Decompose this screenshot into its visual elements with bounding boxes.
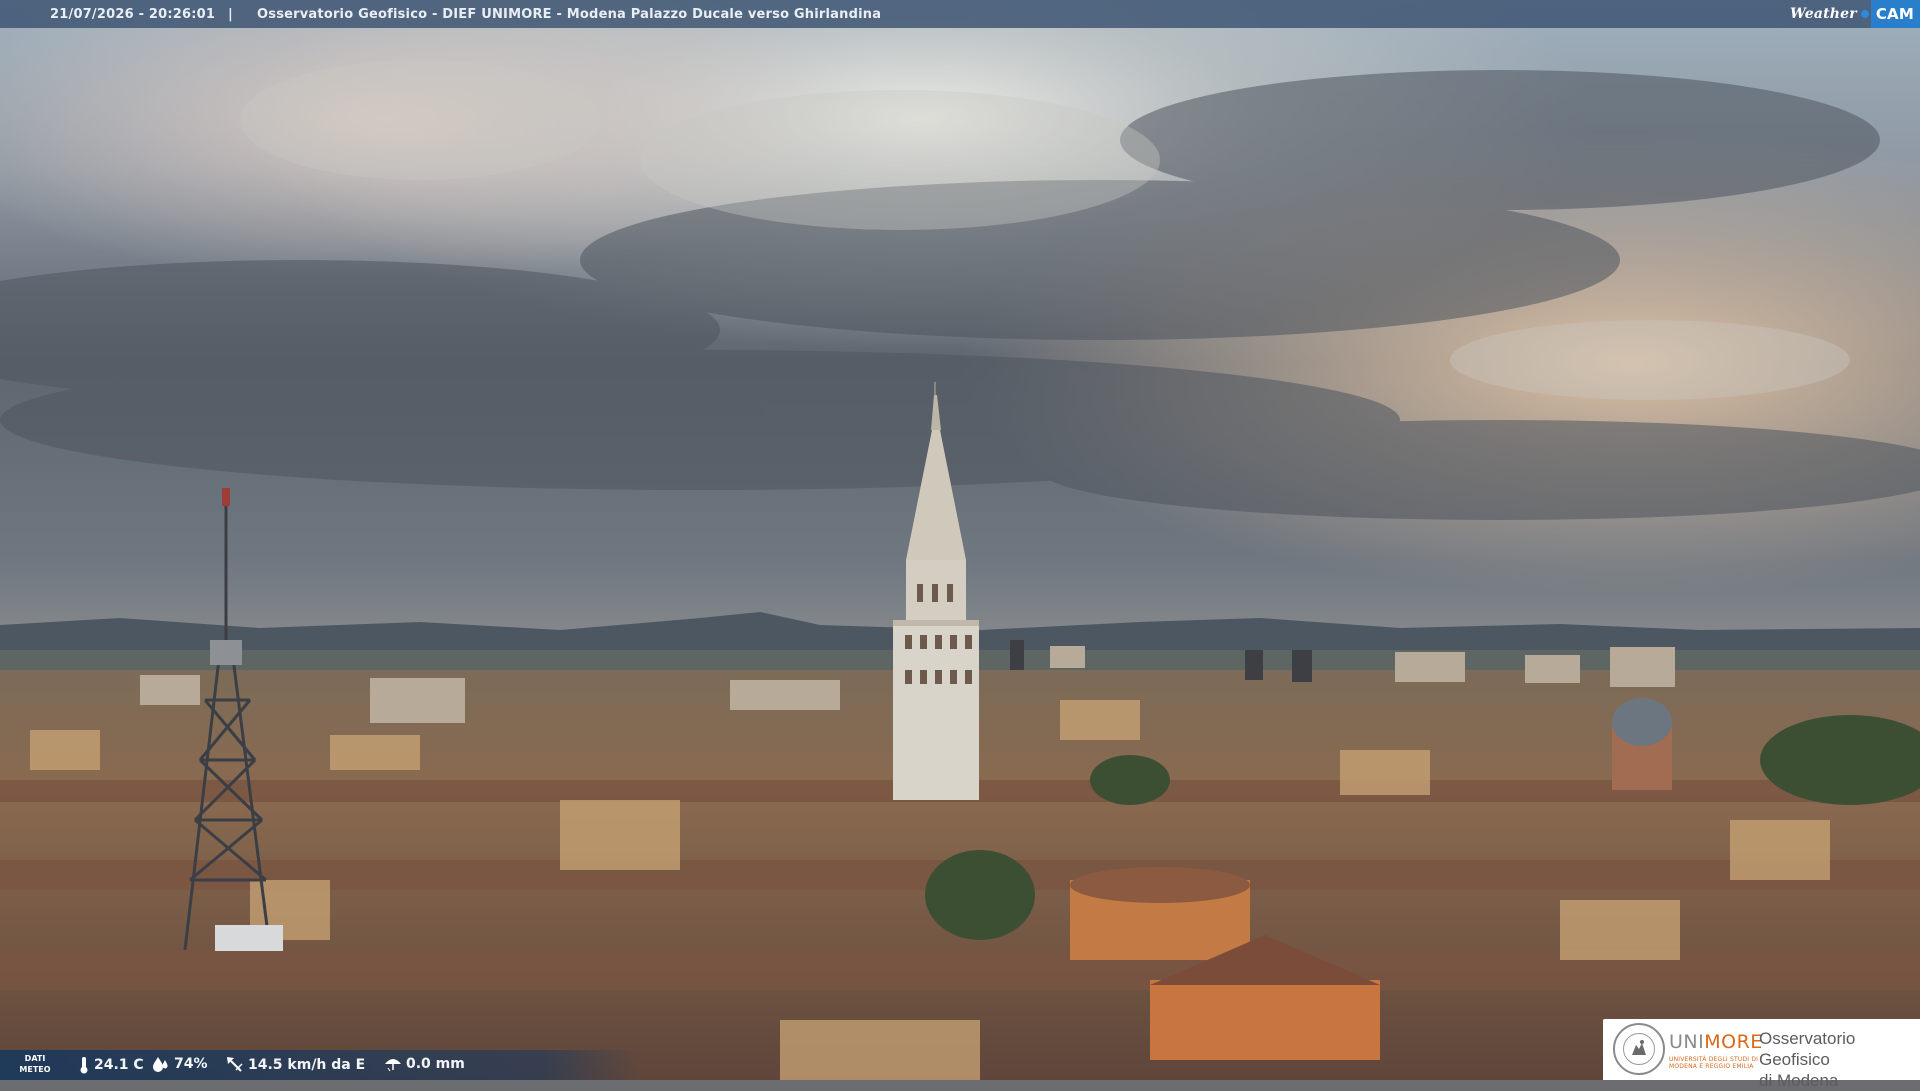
- brand-cam-text: CAM: [1870, 0, 1920, 28]
- brand-weather-text: Weather: [1789, 6, 1857, 22]
- webcam-image: [0, 0, 1920, 1080]
- wind-vane-icon: [227, 1057, 243, 1072]
- observatory-name: Osservatorio Geofisico di Modena: [1759, 1028, 1920, 1091]
- weather-data-label: DATI METEO: [10, 1053, 60, 1075]
- unimore-subtitle: UNIVERSITÀ DEGLI STUDI DI MODENA E REGGI…: [1669, 1056, 1759, 1070]
- rain-reading: 0.0 mm: [384, 1056, 465, 1072]
- humidity-drop-icon: [153, 1057, 168, 1072]
- temperature-reading: 24.1 C: [78, 1056, 144, 1074]
- weathercam-logo: Weather CAM: [1790, 0, 1920, 28]
- brand-dot-icon: [1860, 10, 1869, 18]
- thermometer-icon: [80, 1057, 88, 1074]
- university-seal-icon: [1613, 1023, 1665, 1075]
- observatory-line1: Osservatorio Geofisico: [1759, 1029, 1856, 1069]
- rain-gauge-icon: [385, 1059, 401, 1072]
- header-separator: |: [228, 7, 233, 22]
- timestamp: 21/07/2026 - 20:26:01: [50, 7, 216, 22]
- humidity-value: 74%: [174, 1056, 208, 1072]
- header-bar: 21/07/2026 - 20:26:01 | Osservatorio Geo…: [0, 0, 1920, 28]
- weather-label-line2: METEO: [19, 1065, 51, 1074]
- temperature-value: 24.1 C: [94, 1057, 144, 1073]
- weather-data-bar: DATI METEO 24.1 C 74% 14.5 km/h da E 0.0…: [0, 1050, 640, 1080]
- wind-value: 14.5 km/h da E: [248, 1057, 366, 1073]
- unimore-observatory-logo: UNIMORE UNIVERSITÀ DEGLI STUDI DI MODENA…: [1603, 1019, 1920, 1090]
- camera-title: Osservatorio Geofisico - DIEF UNIMORE - …: [257, 7, 882, 22]
- humidity-reading: 74%: [152, 1056, 208, 1072]
- weather-label-line1: DATI: [24, 1054, 46, 1063]
- rain-value: 0.0 mm: [406, 1056, 465, 1072]
- observatory-line2: di Modena: [1759, 1071, 1839, 1090]
- wind-reading: 14.5 km/h da E: [226, 1056, 365, 1074]
- unimore-wordmark: UNIMORE: [1669, 1031, 1763, 1053]
